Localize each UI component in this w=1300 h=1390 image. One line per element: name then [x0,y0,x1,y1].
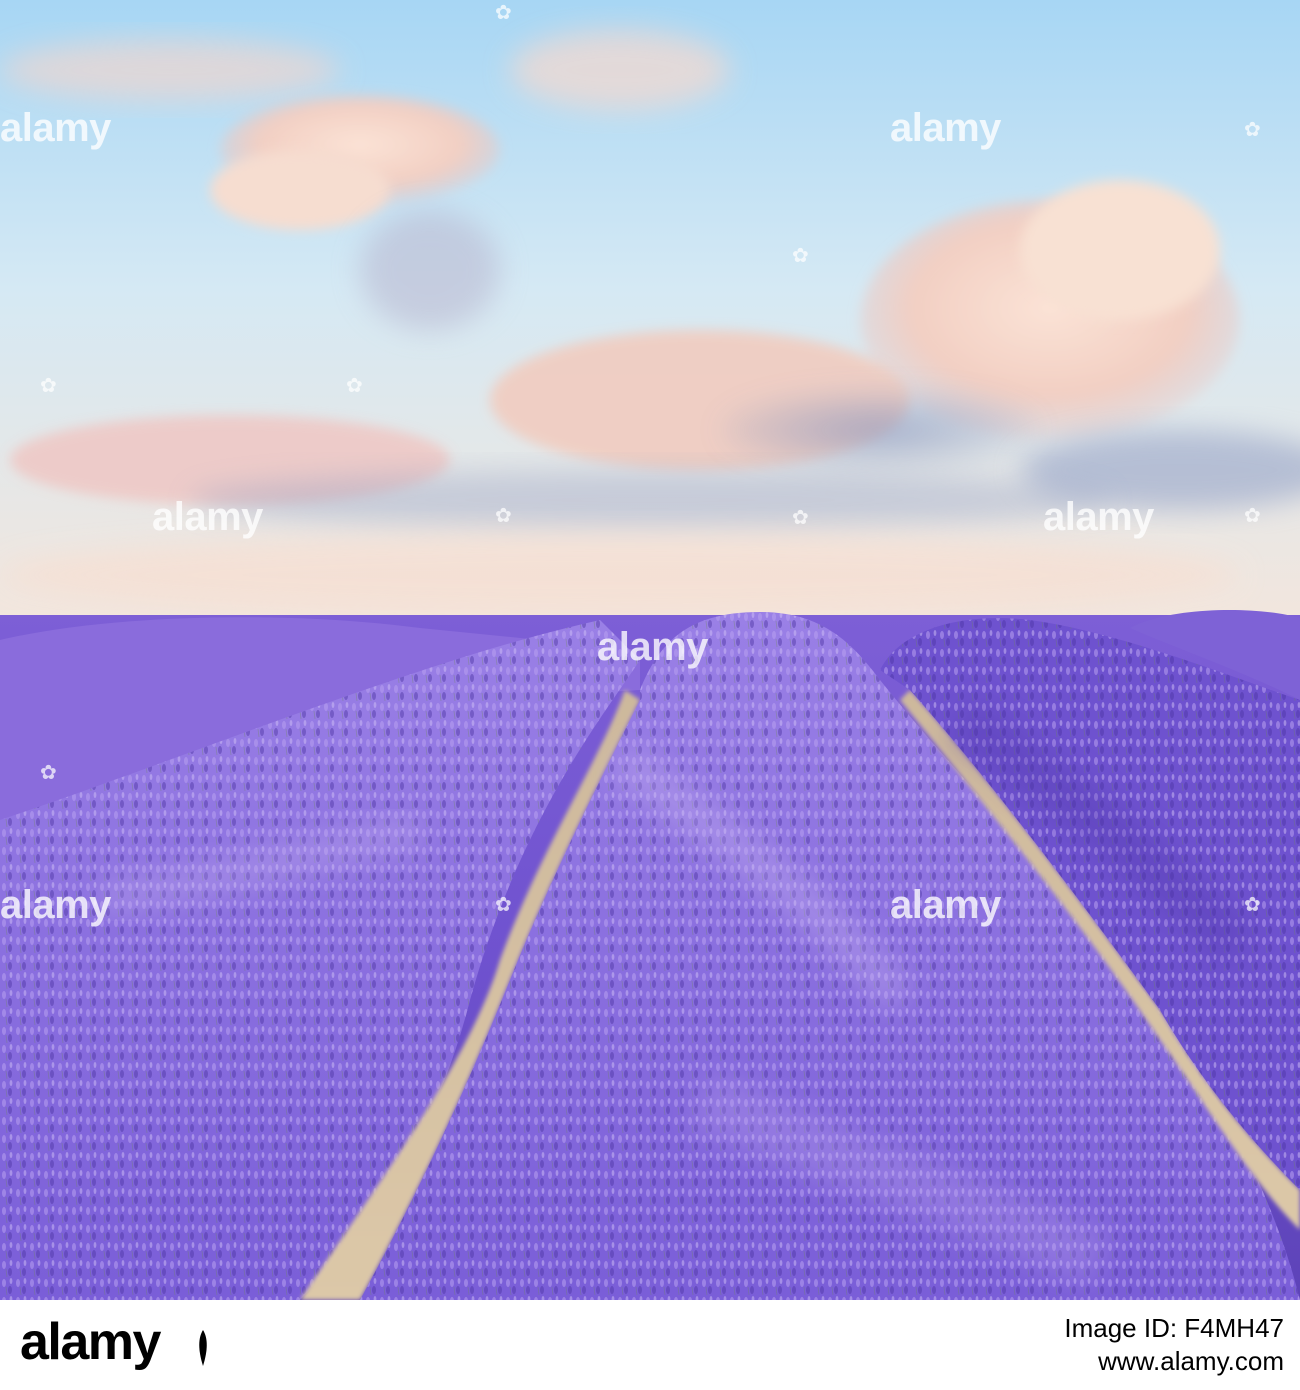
alamy-leaf-icon: ✿ [346,375,363,397]
alamy-leaf-icon: ✿ [495,894,512,916]
alamy-logo[interactable]: alamy [20,1316,161,1368]
alamy-leaf-icon: ✿ [1244,894,1261,916]
lavender-field-photo: alamy alamy alamy alamy alamy alamy alam… [0,0,1300,1300]
watermark-text: alamy [152,495,263,539]
alamy-leaf-icon: ✿ [792,507,809,529]
alamy-leaf-icon: ✿ [40,375,57,397]
alamy-leaf-icon [199,1330,207,1366]
watermark-text: alamy [890,106,1001,150]
alamy-leaf-icon: ✿ [1244,505,1261,527]
watermark-text: alamy [890,883,1001,927]
image-info: Image ID: F4MH47 www.alamy.com [1064,1312,1284,1377]
site-url[interactable]: www.alamy.com [1064,1345,1284,1378]
stock-photo-page: alamy alamy alamy alamy alamy alamy alam… [0,0,1300,1390]
alamy-leaf-icon: ✿ [495,505,512,527]
alamy-leaf-icon: ✿ [1244,119,1261,141]
watermark-text: alamy [0,883,111,927]
image-id: Image ID: F4MH47 [1064,1313,1284,1343]
alamy-leaf-icon: ✿ [40,762,57,784]
stock-footer: alamy Image ID: F4MH47 www.alamy.com [0,1300,1300,1390]
alamy-leaf-icon: ✿ [792,245,809,267]
alamy-leaf-icon: ✿ [495,2,512,24]
watermark-text: alamy [597,625,708,669]
watermark-text: alamy [1043,495,1154,539]
watermark-text: alamy [0,106,111,150]
